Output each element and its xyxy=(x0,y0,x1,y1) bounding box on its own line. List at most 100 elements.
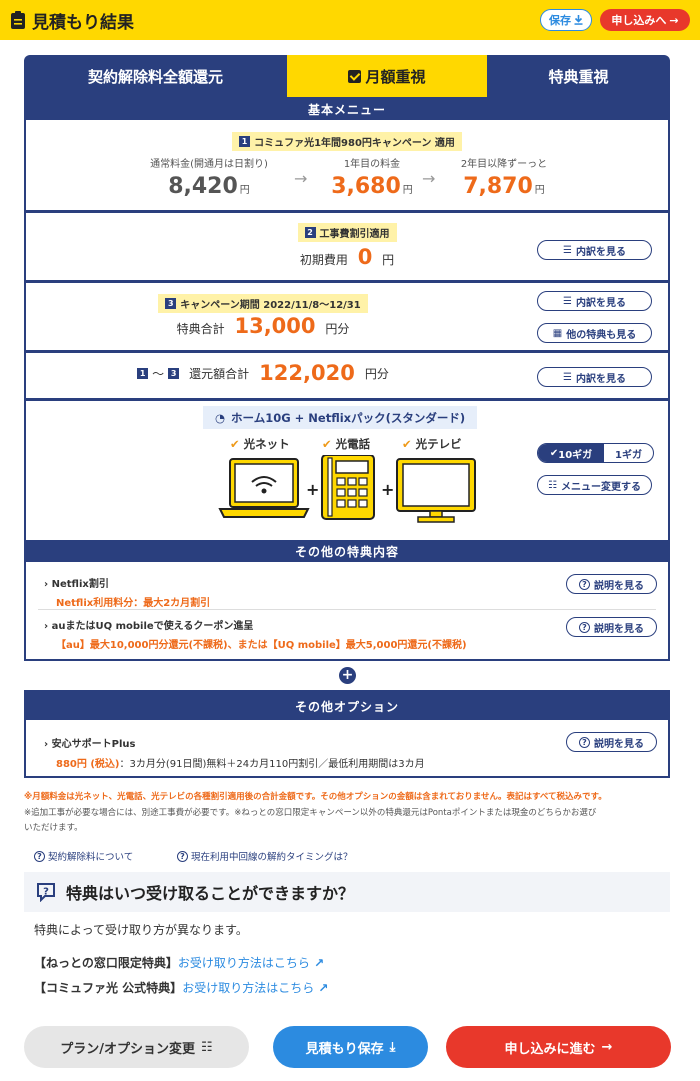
change-menu-button[interactable]: ☷ メニュー変更する xyxy=(537,475,652,495)
check-circle-icon: ✔ xyxy=(322,437,332,451)
header-save-button[interactable]: 保存 xyxy=(540,9,592,31)
tab-label: 特典重視 xyxy=(548,67,609,86)
coupon-explain-button[interactable]: ? 説明を見る xyxy=(566,617,657,637)
receive-method-link[interactable]: お受け取り方法はこちら ↗ xyxy=(178,956,324,970)
save-label: 保存 xyxy=(549,14,571,27)
tilde: 〜 xyxy=(152,366,165,381)
service-label: 光テレビ xyxy=(415,437,462,451)
external-link-icon: ↗ xyxy=(314,956,325,970)
faq-row-label: 【ねっとの窓口限定特典】 xyxy=(34,956,178,970)
arrow-right-icon: → xyxy=(669,13,679,27)
checkbox-icon xyxy=(348,69,362,83)
check-circle-icon: ✔ xyxy=(230,437,240,451)
link-label: お受け取り方法はこちら xyxy=(177,956,310,970)
laptop-wifi-icon xyxy=(218,458,310,518)
basic-menu-band: 基本メニュー xyxy=(26,99,668,120)
number-badge: 1 xyxy=(137,367,149,379)
faq-row-netto: 【ねっとの窓口限定特典】お受け取り方法はこちら ↗ xyxy=(34,954,324,971)
band-label: 基本メニュー xyxy=(307,103,386,117)
netflix-explain-button[interactable]: ? 説明を見る xyxy=(566,574,657,594)
refund-total: 1 〜 3 還元額合計 122,020 円分 xyxy=(26,361,500,385)
campaign-period-tag: 3 キャンペーン期間 2022/11/8〜12/31 xyxy=(158,294,368,313)
speed-option-1g[interactable]: 1ギガ xyxy=(604,444,653,462)
total-detail-button[interactable]: ☰ 内訳を見る xyxy=(537,367,652,387)
list-search-icon: ☰ xyxy=(563,371,572,383)
tab-label: 月額重視 xyxy=(365,67,426,86)
list-check-icon: ☷ xyxy=(548,479,557,491)
campaign-detail-button[interactable]: ☰ 内訳を見る xyxy=(537,291,652,311)
list-search-icon: ☰ xyxy=(563,295,572,307)
button-label: 内訳を見る xyxy=(575,373,626,385)
construction-detail-button[interactable]: ☰ 内訳を見る xyxy=(537,240,652,260)
pack-title-text: ホーム10G + Netflixパック(スタンダード) xyxy=(231,410,466,425)
tab-full-refund[interactable]: 契約解除料全額還元 xyxy=(24,55,287,97)
tab-benefits[interactable]: 特典重視 xyxy=(487,55,670,97)
note-monthly: ※月額料金は光ネット、光電話、光テレビの各種割引適用後の合計金額です。その他オプ… xyxy=(24,792,607,802)
button-label: 内訳を見る xyxy=(575,297,626,309)
plan-change-button[interactable]: プラン/オプション変更 ☷ xyxy=(24,1026,249,1068)
price-value: 3,680 円 xyxy=(322,174,422,199)
estimate-save-button[interactable]: 見積もり保存 ⤓ xyxy=(273,1026,428,1068)
button-label: 内訳を見る xyxy=(575,246,626,258)
calendar-icon: ▦ xyxy=(552,327,563,339)
service-phone: ✔ 光電話 xyxy=(322,436,370,452)
faq-row-official: 【コミュファ光 公式特典】お受け取り方法はこちら ↗ xyxy=(34,979,328,996)
benefit-detail: Netflix利用料分：最大2カ月割引 xyxy=(56,598,211,609)
check-circle-icon: ✔ xyxy=(402,437,412,451)
button-label: 他の特典も見る xyxy=(566,329,637,341)
page-title: 見積もり結果 xyxy=(32,12,134,33)
campaign-tag-text: コミュファ光1年間980円キャンペーン 適用 xyxy=(254,138,455,149)
plan-tabs: 契約解除料全額還元 月額重視 特典重視 xyxy=(24,55,670,97)
header-apply-button[interactable]: 申し込みへ → xyxy=(600,9,690,31)
other-benefits-button[interactable]: ▦ 他の特典も見る xyxy=(537,323,652,343)
question-bubble-icon: ? xyxy=(37,883,55,902)
option-price: 880円 (税込) xyxy=(56,759,120,770)
benefit-unit: 円分 xyxy=(325,322,350,336)
price-number: 3,680 xyxy=(331,174,401,199)
fee-unit: 円 xyxy=(382,253,395,267)
speed-toggle: ✔ 10ギガ 1ギガ xyxy=(537,443,654,463)
speed-label: 1ギガ xyxy=(615,449,642,461)
tab-monthly[interactable]: 月額重視 xyxy=(287,55,487,97)
note-additional-2: いただけます。 xyxy=(24,823,83,833)
campaign-tag: 1 コミュファ光1年間980円キャンペーン 適用 xyxy=(232,132,462,151)
question-icon: ? xyxy=(34,850,45,862)
apply-button[interactable]: 申し込みに進む → xyxy=(446,1026,671,1068)
option-item-support: › 安心サポートPlus 880円 (税込)：3カ月分(91日間)無料＋24カ月… xyxy=(44,739,425,770)
speed-option-10g[interactable]: ✔ 10ギガ xyxy=(538,444,604,462)
arrow-right-icon: → xyxy=(601,1039,613,1055)
arrow-right-icon: → xyxy=(422,169,436,188)
price-after: 2年目以降ずーっと 7,870 円 xyxy=(444,155,564,199)
svg-text:?: ? xyxy=(43,887,49,898)
cancel-timing-link[interactable]: ? 現在利用中回線の解約タイミングは？ xyxy=(177,849,353,863)
campaign-3-tag-wrap: 3 キャンペーン期間 2022/11/8〜12/31 xyxy=(26,291,500,313)
phone-icon xyxy=(321,455,375,520)
price-first-year: 1年目の料金 3,680 円 xyxy=(322,155,422,199)
fee-value: 0 xyxy=(357,245,373,269)
button-label: プラン/オプション変更 xyxy=(60,1041,196,1057)
services-illustration: + + xyxy=(218,455,476,523)
faq-title: 特典はいつ受け取ることができますか？ xyxy=(66,884,355,903)
fee-label: 初期費用 xyxy=(299,253,348,267)
faq-box: ? 特典はいつ受け取ることができますか？ 特典によって受け取り方が異なります。 … xyxy=(24,872,670,1012)
cancel-fee-link[interactable]: ? 契約解除料について xyxy=(34,849,133,863)
question-icon: ? xyxy=(579,736,590,748)
speed-label: 10ギガ xyxy=(558,449,593,461)
benefit-value: 13,000 xyxy=(234,314,316,338)
support-explain-button[interactable]: ? 説明を見る xyxy=(566,732,657,752)
benefit-title: Netflix割引 xyxy=(51,579,109,590)
number-badge: 2 xyxy=(304,227,316,238)
tab-label: 契約解除料全額還元 xyxy=(87,67,223,86)
option-detail: ：3カ月分(91日間)無料＋24カ月110円割引／最低利用期間は3カ月 xyxy=(119,759,425,770)
button-label: 説明を見る xyxy=(594,738,644,750)
estimate-panel: 基本メニュー 1 コミュファ光1年間980円キャンペーン 適用 通常料金(開通月は… xyxy=(24,97,670,661)
faq-header: ? 特典はいつ受け取ることができますか？ xyxy=(24,872,670,912)
refund-label: 還元額合計 xyxy=(189,366,250,381)
receive-method-link[interactable]: お受け取り方法はこちら ↗ xyxy=(182,981,328,995)
construction-tag-text: 工事費割引適用 xyxy=(319,229,390,240)
svg-text:+: + xyxy=(306,480,319,499)
note-additional: ※追加工事が必要な場合には、別途工事費が必要です。※ねっとの窓口限定キャンペーン… xyxy=(24,808,597,818)
list-icon: ☷ xyxy=(201,1039,213,1055)
price-unit: 円 xyxy=(402,185,413,196)
price-unit: 円 xyxy=(239,185,250,196)
